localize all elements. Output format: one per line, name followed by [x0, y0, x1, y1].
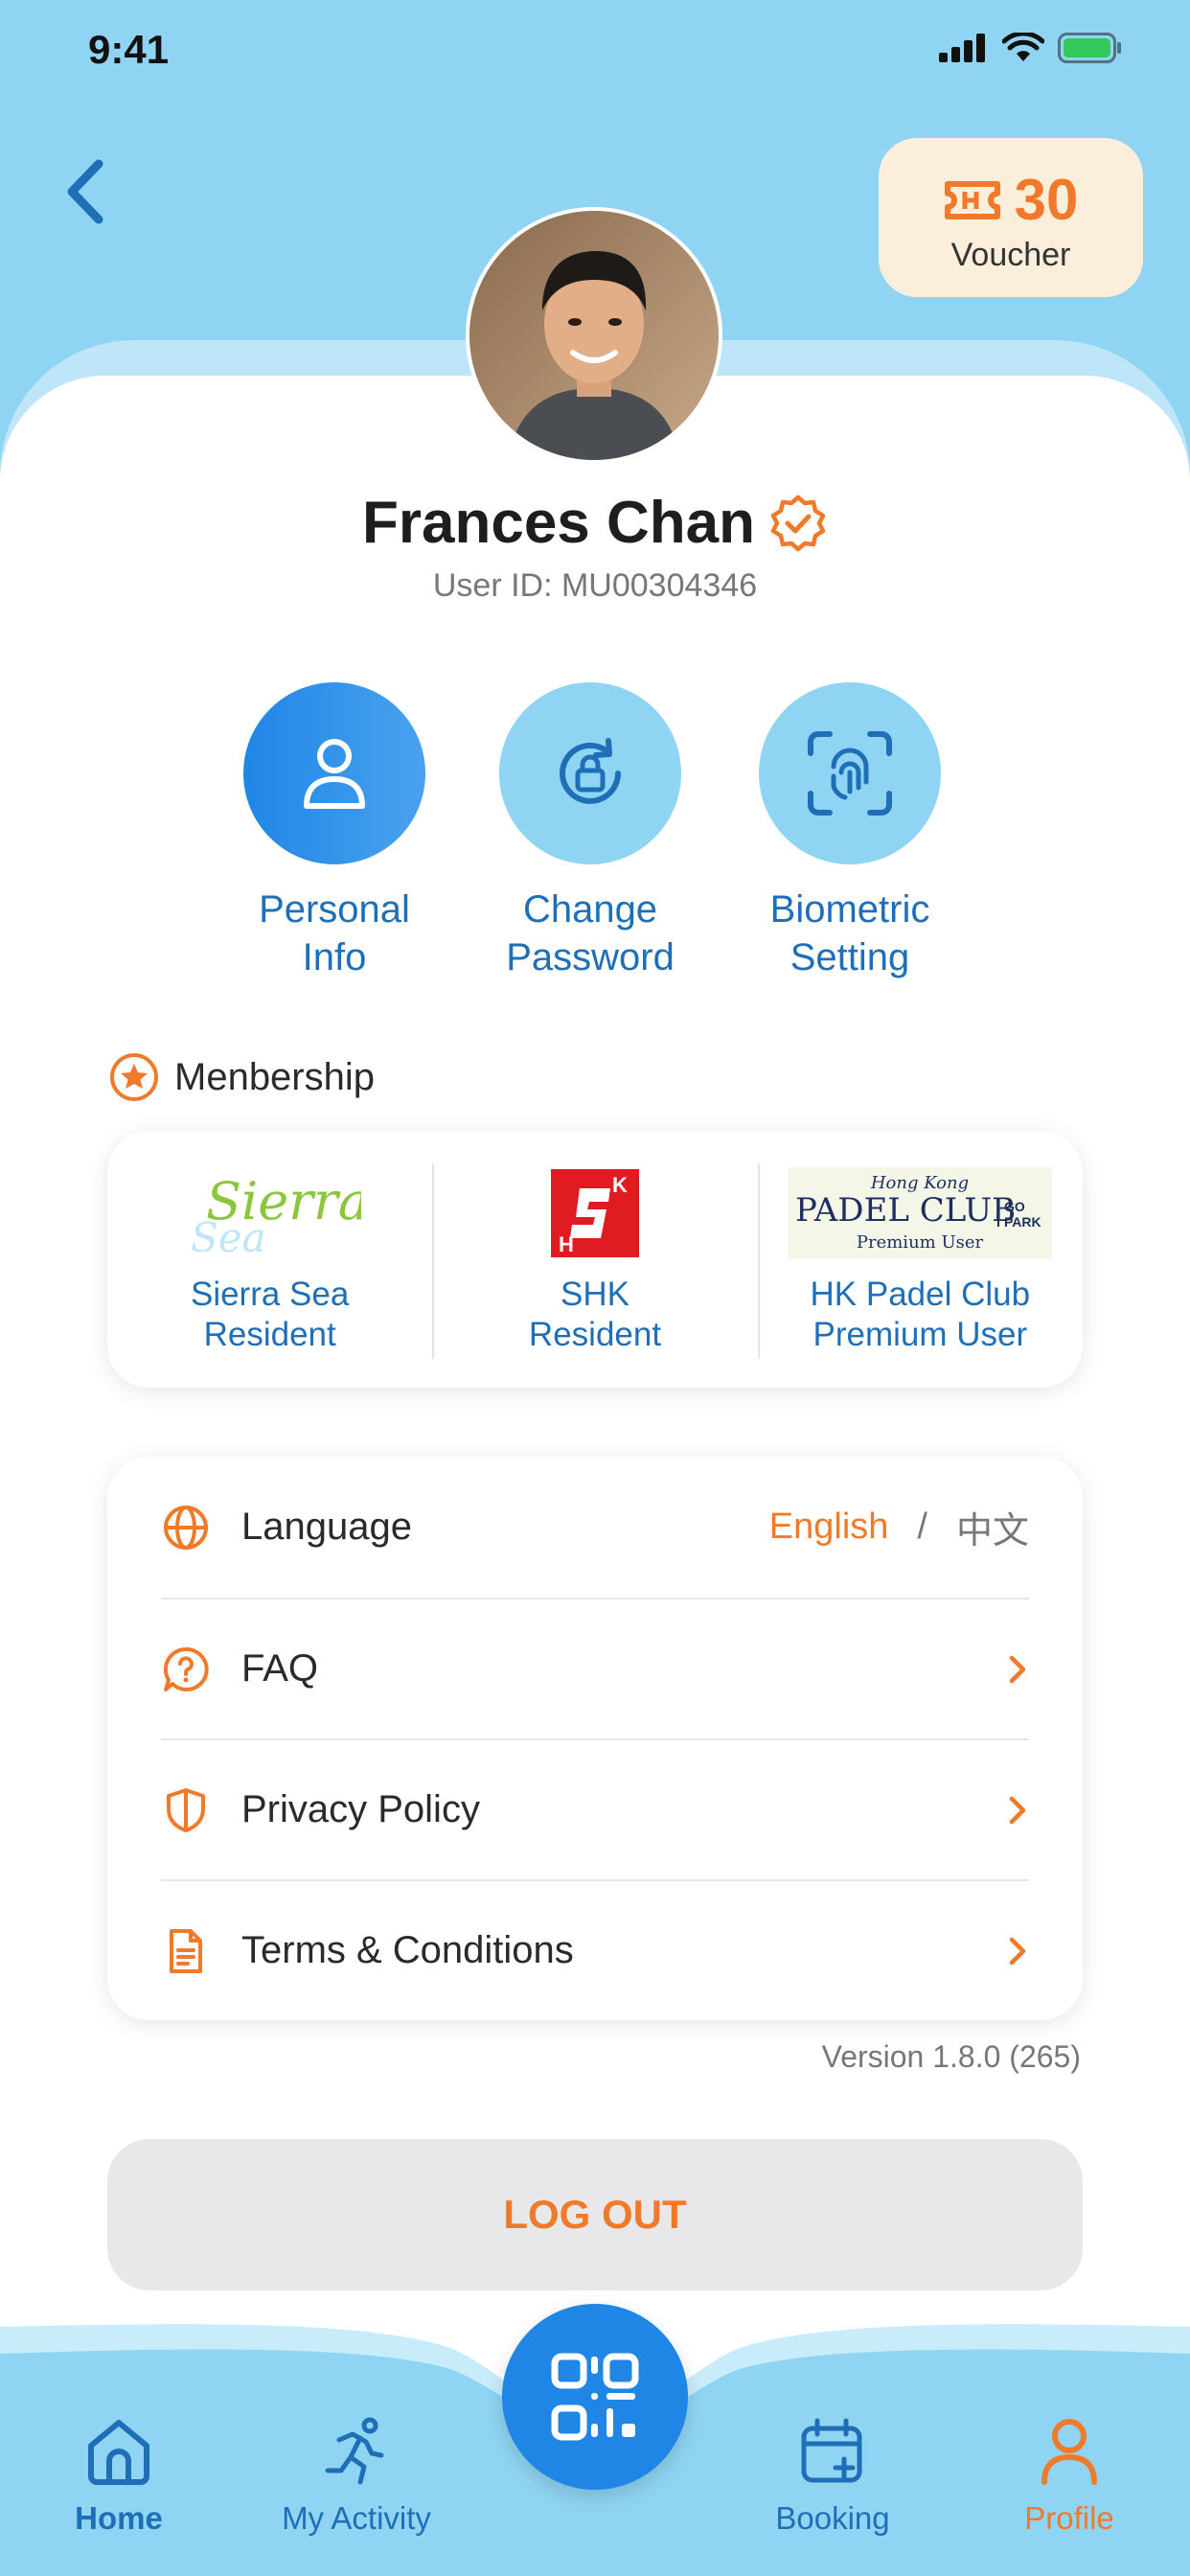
qr-scan-button[interactable] [502, 2304, 688, 2490]
privacy-policy-row[interactable]: Privacy Policy [161, 1738, 1029, 1879]
change-password-button[interactable]: Change Password [466, 682, 715, 981]
svg-text:PADEL CLUB: PADEL CLUB [795, 1191, 1016, 1230]
language-label: Language [241, 1506, 412, 1548]
qr-code-icon [551, 2353, 639, 2441]
svg-text:K: K [612, 1173, 628, 1197]
chevron-right-icon [1009, 1796, 1026, 1824]
privacy-policy-label: Privacy Policy [241, 1788, 480, 1830]
chevron-left-icon [67, 159, 103, 224]
user-id: User ID: MU00304346 [432, 567, 758, 604]
star-badge-icon [110, 1053, 158, 1101]
membership-hk-padel-club[interactable]: Hong Kong PADEL CLUB GO PARK Premium Use… [757, 1131, 1083, 1388]
settings-card: Language English / 中文 FAQ Privacy Policy [107, 1457, 1083, 2020]
avatar[interactable] [466, 207, 722, 464]
chevron-right-icon [1009, 1655, 1026, 1683]
tab-booking[interactable]: Booking [727, 2417, 938, 2537]
language-option-english[interactable]: English [769, 1506, 889, 1548]
voucher-badge[interactable]: 30 Voucher [879, 138, 1143, 297]
battery-icon [1058, 33, 1121, 63]
svg-text:GO: GO [1004, 1199, 1025, 1214]
ticket-icon [944, 180, 1000, 219]
svg-text:H: H [559, 1232, 574, 1256]
tab-my-activity-label: My Activity [282, 2500, 431, 2536]
tab-profile[interactable]: Profile [964, 2417, 1175, 2537]
language-row: Language English / 中文 [161, 1457, 1029, 1598]
document-icon [170, 1928, 202, 1973]
status-icons [939, 33, 1123, 63]
chevron-right-icon [1009, 1937, 1026, 1965]
calendar-add-icon [801, 2418, 862, 2483]
faq-row[interactable]: FAQ [161, 1598, 1029, 1738]
home-icon [88, 2420, 149, 2485]
shield-icon [167, 1787, 205, 1832]
wifi-icon [1002, 33, 1044, 61]
svg-text:Premium User: Premium User [857, 1232, 984, 1253]
biometric-setting-button[interactable]: Biometric Setting [725, 682, 974, 981]
profile-icon [1041, 2419, 1097, 2485]
face-id-icon [808, 731, 892, 816]
membership-label: SHK Resident [528, 1276, 662, 1353]
faq-label: FAQ [241, 1647, 319, 1690]
tab-my-activity[interactable]: My Activity [251, 2417, 462, 2537]
tab-home[interactable]: Home [13, 2417, 224, 2537]
terms-conditions-row[interactable]: Terms & Conditions [161, 1879, 1029, 2020]
shk-logo: K H [550, 1169, 639, 1257]
app-version: Version 1.8.0 (265) [821, 2039, 1081, 2074]
running-icon [325, 2417, 384, 2485]
avatar-portrait [469, 211, 719, 460]
tab-home-label: Home [75, 2500, 163, 2536]
question-chat-icon [163, 1646, 209, 1691]
membership-card: Sierra Sea Sierra Sea Resident K H SHK R… [107, 1131, 1083, 1388]
svg-text:PARK: PARK [1004, 1214, 1041, 1230]
status-time: 9:41 [88, 27, 170, 72]
membership-label: HK Padel Club Premium User [810, 1276, 1031, 1353]
user-name: Frances Chan [361, 490, 756, 556]
tab-profile-label: Profile [1024, 2500, 1114, 2536]
change-password-label: Change Password [506, 888, 675, 978]
tab-booking-label: Booking [775, 2500, 890, 2536]
biometric-setting-label: Biometric Setting [769, 888, 930, 978]
membership-label: Sierra Sea Resident [190, 1276, 350, 1353]
status-bar: 9:41 [0, 0, 1190, 105]
sierra-sea-logo: Sierra Sea [191, 1171, 361, 1259]
membership-shk[interactable]: K H SHK Resident [432, 1131, 757, 1388]
voucher-label: Voucher [950, 237, 1071, 273]
svg-text:Sea: Sea [191, 1214, 266, 1259]
language-option-chinese[interactable]: 中文 [956, 1501, 1029, 1553]
language-separator: / [917, 1506, 927, 1547]
logout-button[interactable]: LOG OUT [107, 2139, 1083, 2290]
back-button[interactable] [38, 144, 134, 240]
membership-title: Menbership [174, 1055, 376, 1098]
user-icon [304, 739, 365, 809]
verified-badge-icon [770, 494, 826, 551]
globe-icon [164, 1505, 208, 1550]
hk-padel-club-logo: Hong Kong PADEL CLUB GO PARK Premium Use… [788, 1167, 1053, 1259]
lock-reset-icon [560, 738, 621, 804]
user-name-row: Frances Chan [0, 489, 1190, 557]
signal-icon [939, 34, 985, 62]
voucher-count: 30 [1014, 168, 1079, 232]
svg-text:Hong Kong: Hong Kong [870, 1173, 969, 1193]
personal-info-label: Personal Info [259, 888, 410, 978]
membership-sierra-sea[interactable]: Sierra Sea Sierra Sea Resident [107, 1131, 432, 1388]
terms-conditions-label: Terms & Conditions [241, 1929, 574, 1971]
personal-info-button[interactable]: Personal Info [210, 682, 459, 981]
membership-header: Menbership [109, 1052, 375, 1102]
